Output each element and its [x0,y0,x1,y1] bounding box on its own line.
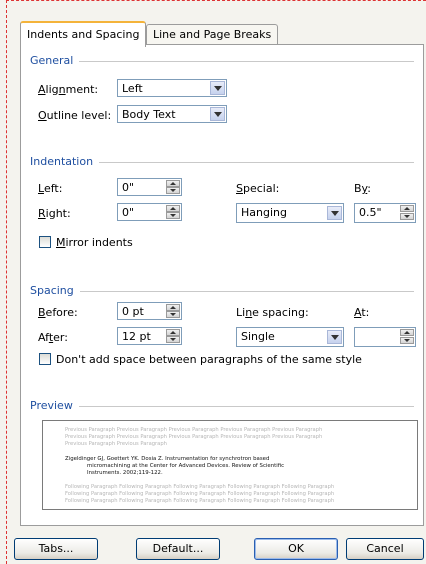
tab-indents-and-spacing[interactable]: Indents and Spacing [20,21,147,47]
special-dropdown[interactable]: Hanging [236,203,344,223]
preview-sample-line: micromachining at the Center for Advance… [87,463,285,469]
spin-up-icon[interactable] [400,329,414,336]
after-value: 12 pt [122,330,151,343]
spacing-section-title: Spacing [30,284,80,297]
general-divider [70,61,414,62]
special-value: Hanging [241,206,287,219]
dont-add-space-checkbox[interactable] [39,353,51,365]
left-indent-value: 0" [122,181,135,194]
chevron-down-icon[interactable] [327,206,342,220]
dont-add-space-label[interactable]: Don't add space between paragraphs of th… [56,353,362,366]
before-value: 0 pt [122,305,144,318]
preview-sample-line: Instruments. 2002;119-122. [87,470,163,476]
preview-previous-line: Previous Paragraph Previous Paragraph Pr… [65,434,323,440]
preview-box: Previous Paragraph Previous Paragraph Pr… [42,420,418,510]
line-spacing-label: Line spacing: [236,306,309,319]
alignment-label: Alignment: [38,83,99,96]
chevron-down-icon[interactable] [327,330,342,344]
spin-up-icon[interactable] [166,180,180,187]
spin-down-icon[interactable] [166,212,180,219]
ok-button[interactable]: OK [254,538,338,560]
spin-down-icon[interactable] [166,311,180,318]
preview-following-line: Following Paragraph Following Paragraph … [65,498,335,504]
preview-previous-line: Previous Paragraph Previous Paragraph [65,441,167,447]
alignment-dropdown[interactable]: Left [117,79,227,97]
left-indent-spinner[interactable]: 0" [117,178,182,196]
left-indent-label: Left: [38,182,63,195]
general-section-title: General [30,54,80,67]
mirror-indents-label[interactable]: Mirror indents [56,236,133,249]
cancel-button[interactable]: Cancel [346,538,424,560]
spin-down-icon[interactable] [166,336,180,343]
preview-divider [76,406,414,407]
by-label: By: [354,182,371,195]
spin-down-icon[interactable] [400,337,414,344]
tab-line-and-page-breaks[interactable]: Line and Page Breaks [146,24,279,45]
line-spacing-value: Single [241,330,275,343]
preview-following-line: Following Paragraph Following Paragraph … [65,484,335,490]
by-spinner[interactable]: 0.5" [354,203,416,223]
at-spinner[interactable] [354,327,416,347]
preview-sample-line: Zigeldinger GJ, Goettert YK. Dosia Z. In… [65,456,270,462]
outline-level-value: Body Text [122,108,176,121]
spin-up-icon[interactable] [166,304,180,311]
paragraph-dialog: Indents and Spacing Line and Page Breaks… [0,0,426,564]
spin-up-icon[interactable] [166,329,180,336]
chevron-down-icon[interactable] [210,81,225,95]
chevron-down-icon[interactable] [210,107,225,121]
text-boundary-left [6,0,7,564]
at-label: At: [354,306,370,319]
spin-up-icon[interactable] [400,205,414,212]
spin-down-icon[interactable] [400,213,414,220]
tabs-button[interactable]: Tabs... [14,538,98,560]
indentation-divider [94,162,414,163]
mirror-indents-checkbox[interactable] [39,236,51,248]
spin-down-icon[interactable] [166,187,180,194]
before-label: Before: [38,306,78,319]
outline-level-dropdown[interactable]: Body Text [117,105,227,123]
after-spinner[interactable]: 12 pt [117,327,182,345]
default-button[interactable]: Default... [136,538,220,560]
spin-up-icon[interactable] [166,205,180,212]
preview-section-title: Preview [30,399,79,412]
spacing-divider [76,291,414,292]
alignment-value: Left [122,82,143,95]
after-label: After: [38,331,68,344]
preview-following-line: Following Paragraph Following Paragraph … [65,491,335,497]
outline-level-label: Outline level: [38,109,112,122]
preview-previous-line: Previous Paragraph Previous Paragraph Pr… [65,427,323,433]
text-boundary-top [6,0,426,1]
right-indent-label: Right: [38,207,71,220]
before-spinner[interactable]: 0 pt [117,302,182,320]
line-spacing-dropdown[interactable]: Single [236,327,344,347]
special-label: Special: [236,182,280,195]
right-indent-spinner[interactable]: 0" [117,203,182,221]
indentation-section-title: Indentation [30,155,100,168]
by-value: 0.5" [359,206,382,219]
right-indent-value: 0" [122,206,135,219]
